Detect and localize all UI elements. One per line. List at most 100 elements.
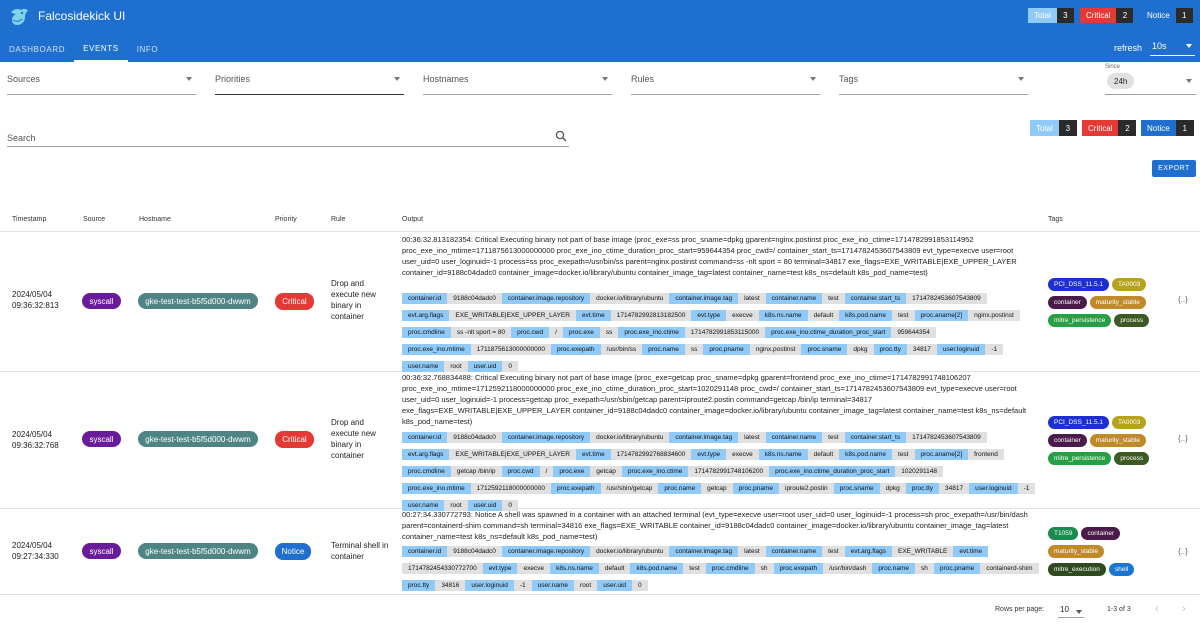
table-row[interactable]: 2024/05/04 09:36:32:813 syscall gke-test… <box>0 232 1200 372</box>
output-field[interactable]: proc.sname dpkg <box>801 344 874 355</box>
column-header[interactable]: Rule <box>331 216 345 223</box>
table-row[interactable]: 2024/05/04 09:36:32:768 syscall gke-test… <box>0 372 1200 511</box>
output-field[interactable]: proc.aname[2] nginx.postinst <box>914 310 1020 321</box>
output-field[interactable]: user.uid 0 <box>467 361 518 372</box>
output-field[interactable]: proc.cmdline getcap /bin/ip <box>402 466 502 477</box>
previous-page-button[interactable]: ‹ <box>1150 602 1164 616</box>
rows-per-page-select[interactable]: 10 <box>1058 602 1084 618</box>
output-field[interactable]: proc.tty 34817 <box>905 483 970 494</box>
tag-chip[interactable]: maturity_stable <box>1089 296 1146 309</box>
output-field[interactable]: proc.exe_ino.ctime_duration_proc_start 10… <box>769 466 943 477</box>
output-field[interactable]: proc.aname[2] frontend <box>914 449 1004 460</box>
output-field[interactable]: proc.exe_ino.ctime_duration_proc_start 95… <box>765 327 936 338</box>
column-header[interactable]: Tags <box>1048 216 1063 223</box>
hostname-chip[interactable]: gke-test-test-b5f5d000-dwwm <box>138 543 258 559</box>
column-header[interactable]: Source <box>83 216 105 223</box>
output-field[interactable]: proc.exe getcap <box>553 466 622 477</box>
output-field[interactable]: user.loginuid -1 <box>465 580 532 591</box>
json-view-button[interactable]: {..} <box>1178 547 1188 556</box>
output-field[interactable]: proc.exepath/usr/bin/ss <box>550 344 643 355</box>
search-input[interactable]: Search <box>7 127 569 147</box>
tag-chip[interactable]: mitre_execution <box>1048 563 1106 576</box>
output-field[interactable]: container.image.repository docker.io/libr… <box>501 432 670 443</box>
output-field[interactable]: user.loginuid -1 <box>969 483 1036 494</box>
output-field[interactable]: user.loginuid -1 <box>936 344 1004 355</box>
output-field[interactable]: user.name root <box>402 361 468 372</box>
output-field[interactable]: proc.cmdline ss -nlt sport = 80 <box>402 327 512 338</box>
output-field[interactable]: user.name root <box>531 580 598 591</box>
output-field[interactable]: proc.exepath/usr/sbin/getcap <box>550 483 659 494</box>
hostname-chip[interactable]: gke-test-test-b5f5d000-dwwm <box>138 431 258 447</box>
column-header[interactable]: Hostname <box>139 216 171 223</box>
summary-counter-notice[interactable]: Notice 1 <box>1141 120 1194 136</box>
tag-chip[interactable]: mitre_persistence <box>1048 452 1112 465</box>
priorities-filter[interactable]: Priorities <box>215 64 404 95</box>
output-field[interactable]: proc.pname nginx.postinst <box>703 344 802 355</box>
output-field[interactable]: evt.time 1714782992813182500 <box>575 310 692 321</box>
header-counter-critical[interactable]: Critical 2 <box>1080 8 1134 23</box>
tag-chip[interactable]: TA0003 <box>1112 278 1147 291</box>
output-field[interactable]: k8s.pod.name test <box>839 310 915 321</box>
output-field[interactable]: container.start_ts 1714782453607543809 <box>844 432 987 443</box>
output-field[interactable]: k8s.ns.name default <box>758 449 840 460</box>
column-header[interactable]: Timestamp <box>12 216 46 223</box>
tag-chip[interactable]: shell <box>1108 563 1135 576</box>
output-field[interactable]: proc.exe ss <box>562 327 619 338</box>
output-field[interactable]: proc.exepath/usr/bin/dash <box>773 563 873 574</box>
output-field[interactable]: container.start_ts 1714782453607543809 <box>844 293 987 304</box>
priority-chip[interactable]: Critical <box>275 431 314 448</box>
output-field[interactable]: evt.type execve <box>482 563 551 574</box>
output-field[interactable]: 1714782454330772700 <box>402 563 483 574</box>
output-field[interactable]: evt.type execve <box>691 449 759 460</box>
output-field[interactable]: proc.exe_ino.mtime 1712592118000000000 <box>402 483 551 494</box>
source-chip[interactable]: syscall <box>82 543 121 559</box>
output-field[interactable]: container.name test <box>765 432 845 443</box>
output-field[interactable]: proc.pname <box>933 563 981 574</box>
column-header[interactable]: Output <box>402 216 423 223</box>
tag-chip[interactable]: TA0003 <box>1112 416 1147 429</box>
tab-events[interactable]: EVENTS <box>74 36 128 62</box>
output-field[interactable]: proc.cwd / <box>511 327 563 338</box>
output-field[interactable]: container.name test <box>765 293 845 304</box>
output-field[interactable]: proc.name sh <box>872 563 934 574</box>
output-field[interactable]: k8s.pod.name test <box>839 449 915 460</box>
table-row[interactable]: 2024/05/04 09:27:34:330 syscall gke-test… <box>0 509 1200 595</box>
summary-counter-total[interactable]: Total 3 <box>1030 120 1077 136</box>
output-field[interactable]: evt.time 1714782992768834600 <box>575 449 692 460</box>
priority-chip[interactable]: Notice <box>275 543 311 560</box>
output-field[interactable]: proc.exe_ino.ctime 1714782991748106200 <box>621 466 770 477</box>
output-field[interactable]: container.image.tag latest <box>669 432 766 443</box>
tag-chip[interactable]: PCI_DSS_11.5.1 <box>1048 278 1110 291</box>
summary-counter-critical[interactable]: Critical 2 <box>1082 120 1137 136</box>
output-field[interactable]: proc.tty 34817 <box>873 344 937 355</box>
output-field[interactable]: proc.cwd / <box>501 466 554 477</box>
hostname-chip[interactable]: gke-test-test-b5f5d000-dwwm <box>138 293 258 309</box>
json-view-button[interactable]: {..} <box>1178 295 1188 304</box>
tag-chip[interactable]: maturity_stable <box>1089 434 1146 447</box>
tag-chip[interactable]: container <box>1048 434 1087 447</box>
sources-filter[interactable]: Sources <box>7 64 196 95</box>
output-field[interactable]: evt.arg.flags EXE_WRITABLE|EXE_UPPER_LAYE… <box>402 449 576 460</box>
output-field[interactable]: k8s.pod.name test <box>630 563 706 574</box>
output-field[interactable]: container.id 9188c04dadc0 <box>402 546 502 557</box>
output-field[interactable]: proc.cmdline sh <box>705 563 774 574</box>
output-field[interactable]: container.image.tag latest <box>669 546 766 557</box>
tag-chip[interactable]: T1059 <box>1048 527 1079 540</box>
output-field[interactable]: container.image.repository docker.io/libr… <box>501 293 670 304</box>
source-chip[interactable]: syscall <box>82 293 121 309</box>
tag-chip[interactable]: container <box>1081 527 1121 540</box>
next-page-button[interactable]: › <box>1177 602 1191 616</box>
output-field[interactable]: k8s.ns.name default <box>550 563 631 574</box>
tag-chip[interactable]: container <box>1048 296 1087 309</box>
export-button[interactable]: EXPORT <box>1152 160 1196 177</box>
output-field[interactable]: evt.type execve <box>691 310 759 321</box>
output-field[interactable]: proc.sname dpkg <box>833 483 906 494</box>
output-field[interactable]: container.image.repository docker.io/libr… <box>501 546 670 557</box>
search-icon[interactable] <box>555 130 567 142</box>
priority-chip[interactable]: Critical <box>275 293 314 310</box>
output-field[interactable]: proc.name getcap <box>658 483 733 494</box>
tag-chip[interactable]: mitre_persistence <box>1048 314 1112 327</box>
output-field[interactable]: proc.name ss <box>642 344 704 355</box>
column-header[interactable]: Priority <box>275 216 297 223</box>
tab-dashboard[interactable]: DASHBOARD <box>0 36 74 62</box>
